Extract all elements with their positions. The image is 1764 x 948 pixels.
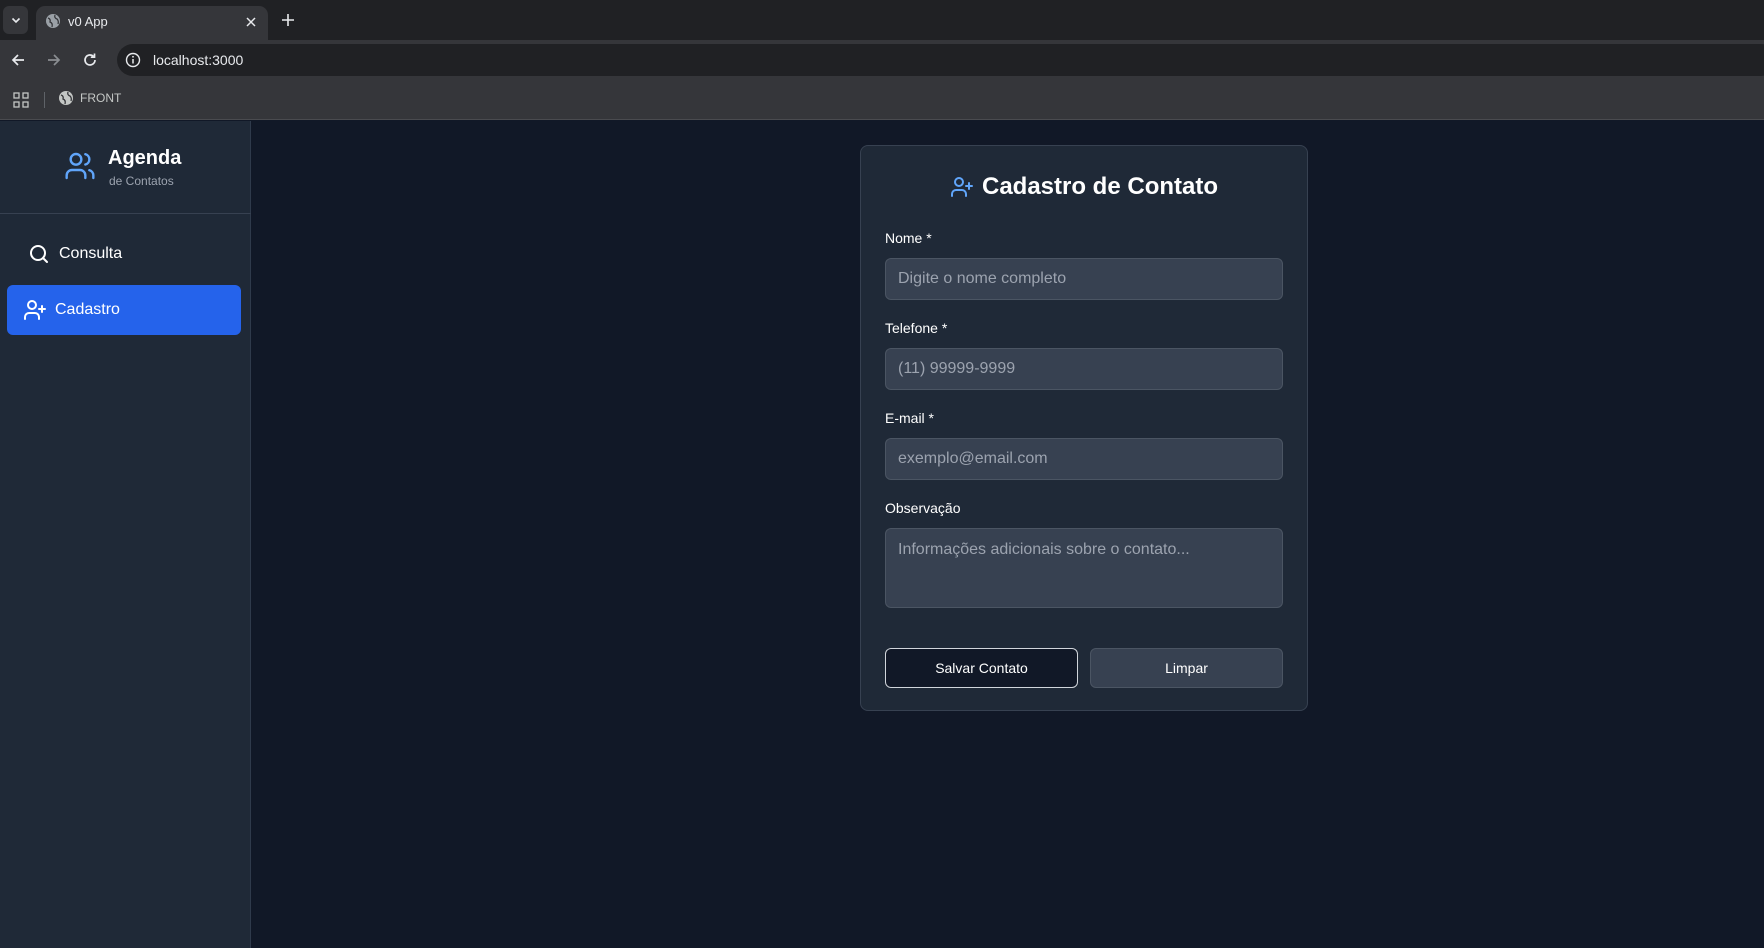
telefone-label: Telefone * [885, 320, 948, 336]
nome-label: Nome * [885, 230, 932, 246]
bookmark-label: FRONT [80, 91, 122, 105]
save-contact-button[interactable]: Salvar Contato [885, 648, 1078, 688]
url-text: localhost:3000 [153, 52, 244, 68]
apps-grid-icon[interactable] [13, 92, 29, 108]
contact-form-card: Cadastro de Contato Nome * Telefone * E-… [860, 145, 1308, 711]
email-label: E-mail * [885, 410, 935, 426]
globe-icon [59, 91, 73, 105]
new-tab-button[interactable] [277, 9, 299, 31]
browser-toolbar: localhost:3000 [0, 40, 1764, 80]
globe-icon [46, 14, 60, 28]
observacao-label: Observação [885, 500, 961, 516]
nome-input[interactable] [885, 258, 1283, 300]
arrow-right-icon [48, 54, 61, 66]
brand: Agenda de Contatos [0, 121, 251, 214]
user-plus-icon [950, 177, 973, 197]
sidebar-item-label: Cadastro [55, 301, 120, 318]
sidebar-item-cadastro[interactable]: Cadastro [7, 285, 241, 335]
tab-search-button[interactable] [3, 6, 28, 34]
bookmark-front[interactable]: FRONT [58, 90, 121, 106]
user-plus-icon [24, 300, 46, 320]
forward-button[interactable] [43, 49, 65, 71]
sidebar: Agenda de Contatos Consulta Cadastro [0, 121, 251, 948]
chevron-down-icon [11, 17, 20, 24]
form-header: Cadastro de Contato [861, 172, 1307, 202]
plus-icon [282, 14, 294, 26]
main-content: Cadastro de Contato Nome * Telefone * E-… [252, 121, 1764, 948]
search-icon [30, 245, 48, 263]
address-bar[interactable]: localhost:3000 [117, 44, 1764, 76]
users-icon [65, 152, 95, 180]
back-button[interactable] [7, 49, 29, 71]
clear-button[interactable]: Limpar [1090, 648, 1283, 688]
close-icon [246, 17, 256, 27]
close-tab-button[interactable] [242, 13, 260, 31]
browser-tabstrip: v0 App [0, 0, 1764, 40]
browser-tab[interactable]: v0 App [36, 6, 268, 40]
sidebar-item-consulta[interactable]: Consulta [7, 229, 241, 279]
tab-title: v0 App [68, 14, 108, 29]
bookmarks-separator [44, 92, 45, 108]
form-title: Cadastro de Contato [981, 173, 1218, 200]
sidebar-item-label: Consulta [59, 245, 123, 262]
reload-icon [84, 53, 96, 66]
observacao-textarea[interactable] [885, 528, 1283, 608]
arrow-left-icon [11, 54, 24, 66]
info-icon[interactable] [125, 52, 141, 68]
brand-subtitle: de Contatos [109, 174, 174, 188]
telefone-input[interactable] [885, 348, 1283, 390]
brand-title: Agenda [108, 147, 182, 169]
email-input[interactable] [885, 438, 1283, 480]
reload-button[interactable] [79, 49, 101, 71]
bookmarks-bar: FRONT [0, 80, 1764, 120]
